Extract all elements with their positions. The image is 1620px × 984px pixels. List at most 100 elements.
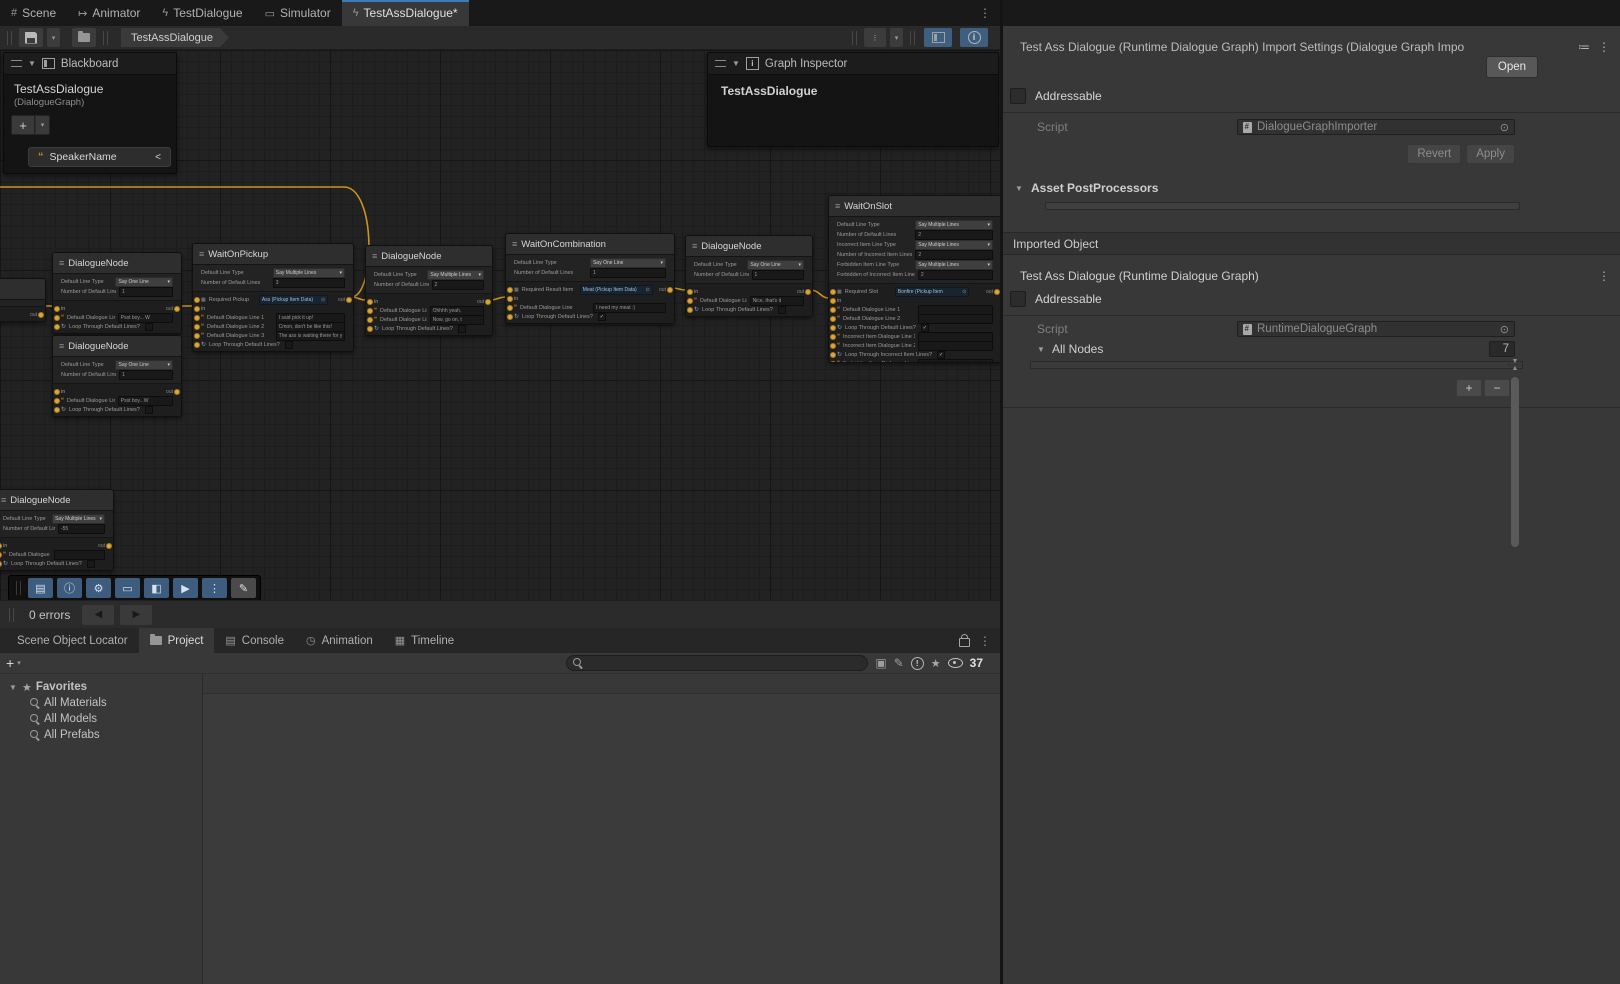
input-port[interactable] [830,343,836,349]
graph-node-waitoncombination[interactable]: ≡WaitOnCombinationDefault Line TypeSay O… [505,233,675,324]
dropdown-field[interactable]: Say Multiple Lines▾ [52,514,105,524]
node-title-bar[interactable]: ≡DialogueNode [686,236,812,257]
console-log-icon[interactable]: ▤ [28,578,53,598]
input-port[interactable] [367,317,373,323]
breadcrumb[interactable]: TestAssDialogue [121,28,229,47]
graph-node-dialoguenode[interactable]: ≡DialogueNodeDefault Line TypeSay One Li… [685,235,813,317]
bottom-tab-project[interactable]: Project [139,628,215,653]
dropdown-field[interactable]: Say Multiple Lines▾ [273,268,345,278]
tools-icon[interactable]: ⚙ [86,578,111,598]
info-icon[interactable]: ⓘ [57,578,82,598]
tree-item-favorites[interactable]: ▼★Favorites [0,679,202,695]
input-port[interactable] [367,308,373,314]
text-field[interactable] [918,314,993,324]
text-field[interactable]: The ass is waiting there for y [276,331,345,341]
create-asset-button[interactable]: + [6,655,14,671]
editor-tab-animator[interactable]: ↦Animator [67,0,151,26]
asset-postprocessors-foldout[interactable]: ▼ Asset PostProcessors [1003,172,1620,200]
output-port[interactable] [106,543,112,549]
input-port[interactable] [367,299,373,305]
node-title-bar[interactable]: ≡DialogueNode [53,336,181,357]
graph-node-startnode[interactable]: ≡StartNodeSpeakerNameout [0,278,46,322]
save-button[interactable] [19,28,43,47]
object-field[interactable]: Ass (Pickup Item Data)⊙ [259,295,328,305]
editor-tab-testassdialogue[interactable]: ϟTestAssDialogue* [342,0,469,26]
object-picker-icon[interactable]: ⊙ [962,289,966,295]
text-field[interactable] [54,550,105,560]
editor-tab-simulator[interactable]: ▭Simulator [254,0,342,26]
visibility-eye-icon[interactable] [948,658,963,668]
save-options-dropdown[interactable]: ▾ [47,28,60,47]
revert-button[interactable]: Revert [1407,144,1461,164]
node-title-bar[interactable]: ≡StartNode [0,279,45,300]
node-title-bar[interactable]: ≡WaitOnSlot [829,196,1000,217]
addressable-checkbox[interactable] [1010,291,1026,307]
text-field[interactable]: I need my meat :) [593,303,666,313]
object-picker-icon[interactable]: ⊙ [1500,323,1509,336]
add-property-button[interactable]: + [11,115,35,135]
graph-node-waitonslot[interactable]: ≡WaitOnSlotDefault Line TypeSay Multiple… [828,195,1000,363]
dropdown-field[interactable]: Say One Line▾ [747,260,804,270]
input-port[interactable] [830,334,836,340]
node-title-bar[interactable]: ≡DialogueNode [0,490,113,511]
input-port[interactable] [54,407,60,413]
number-field[interactable]: 1 [590,268,666,278]
output-port[interactable] [805,289,811,295]
show-in-project-button[interactable] [72,28,96,47]
input-port[interactable] [687,307,693,313]
input-port[interactable] [54,389,60,395]
previous-error-button[interactable]: ◀ [82,605,114,625]
input-port[interactable] [0,561,2,567]
number-field[interactable]: 1 [752,270,805,280]
number-field[interactable]: 1 [119,370,173,380]
add-element-button[interactable]: + [1456,379,1482,397]
input-port[interactable] [194,306,200,312]
pen-icon[interactable]: ✎ [231,578,256,598]
dropdown-field[interactable]: Say Multiple Lines▾ [915,260,993,270]
dropdown-field[interactable]: Say One Line▾ [590,258,666,268]
bottom-tab-scene-object-locator[interactable]: Scene Object Locator [6,628,139,653]
alert-icon[interactable]: ! [911,657,924,670]
text-field[interactable]: Psst boy...W [118,396,173,406]
foldout-arrow-icon[interactable]: ▼ [8,683,18,692]
input-port[interactable] [687,298,693,304]
input-port[interactable] [0,543,2,549]
all-nodes-row[interactable]: ▼All Nodes 7 [1003,339,1620,359]
nodes-scrollbar[interactable]: ▲ ▼ [1508,363,1521,367]
output-port[interactable] [346,297,352,303]
output-port[interactable] [667,287,673,293]
remove-element-button[interactable]: − [1484,379,1510,397]
input-port[interactable] [194,333,200,339]
more-icon[interactable]: ⋮ [202,578,227,598]
node-title-bar[interactable]: ≡DialogueNode [53,253,181,274]
blackboard-toggle-button[interactable] [924,28,952,47]
object-field[interactable]: Bonfire (Pickup Item⊙ [895,287,970,297]
layout-icon[interactable]: ◧ [144,578,169,598]
object-field[interactable]: Meat (Pickup Item Data)⊙ [580,285,653,295]
scrollbar-thumb[interactable] [1511,377,1519,547]
input-port[interactable] [54,315,60,321]
bottom-tab-timeline[interactable]: ▦Timeline [384,628,465,653]
tree-item-all-models[interactable]: All Models [0,711,202,727]
next-error-button[interactable]: ▶ [120,605,152,625]
number-field[interactable]: 1 [119,287,173,297]
input-port[interactable] [507,287,513,293]
input-port[interactable] [194,315,200,321]
tree-item-all-prefabs[interactable]: All Prefabs [0,727,202,743]
dropdown-field[interactable]: Say Multiple Lines▾ [915,240,993,250]
node-title-bar[interactable]: ≡WaitOnPickup [193,244,353,265]
text-field[interactable]: Psst boy... W [118,313,173,323]
node-title-bar[interactable]: ≡WaitOnCombination [506,234,674,255]
blackboard-header[interactable]: ▼ Blackboard [4,53,176,75]
input-port[interactable] [830,289,836,295]
presets-icon[interactable]: ≔ [1578,40,1590,54]
kebab-menu-icon[interactable]: ⋮ [979,6,991,20]
asset-edit-icon[interactable]: ✎ [894,656,904,670]
scroll-down-icon[interactable]: ▼ [1509,358,1521,365]
apply-button[interactable]: Apply [1466,144,1515,164]
graph-node-dialoguenode[interactable]: ≡DialogueNodeDefault Line TypeSay One Li… [52,335,182,417]
blackboard-property-speakername[interactable]: “ SpeakerName < [28,147,171,167]
output-port[interactable] [174,389,180,395]
text-field[interactable]: Now, go on, t [430,315,484,325]
checkbox[interactable] [778,306,786,314]
